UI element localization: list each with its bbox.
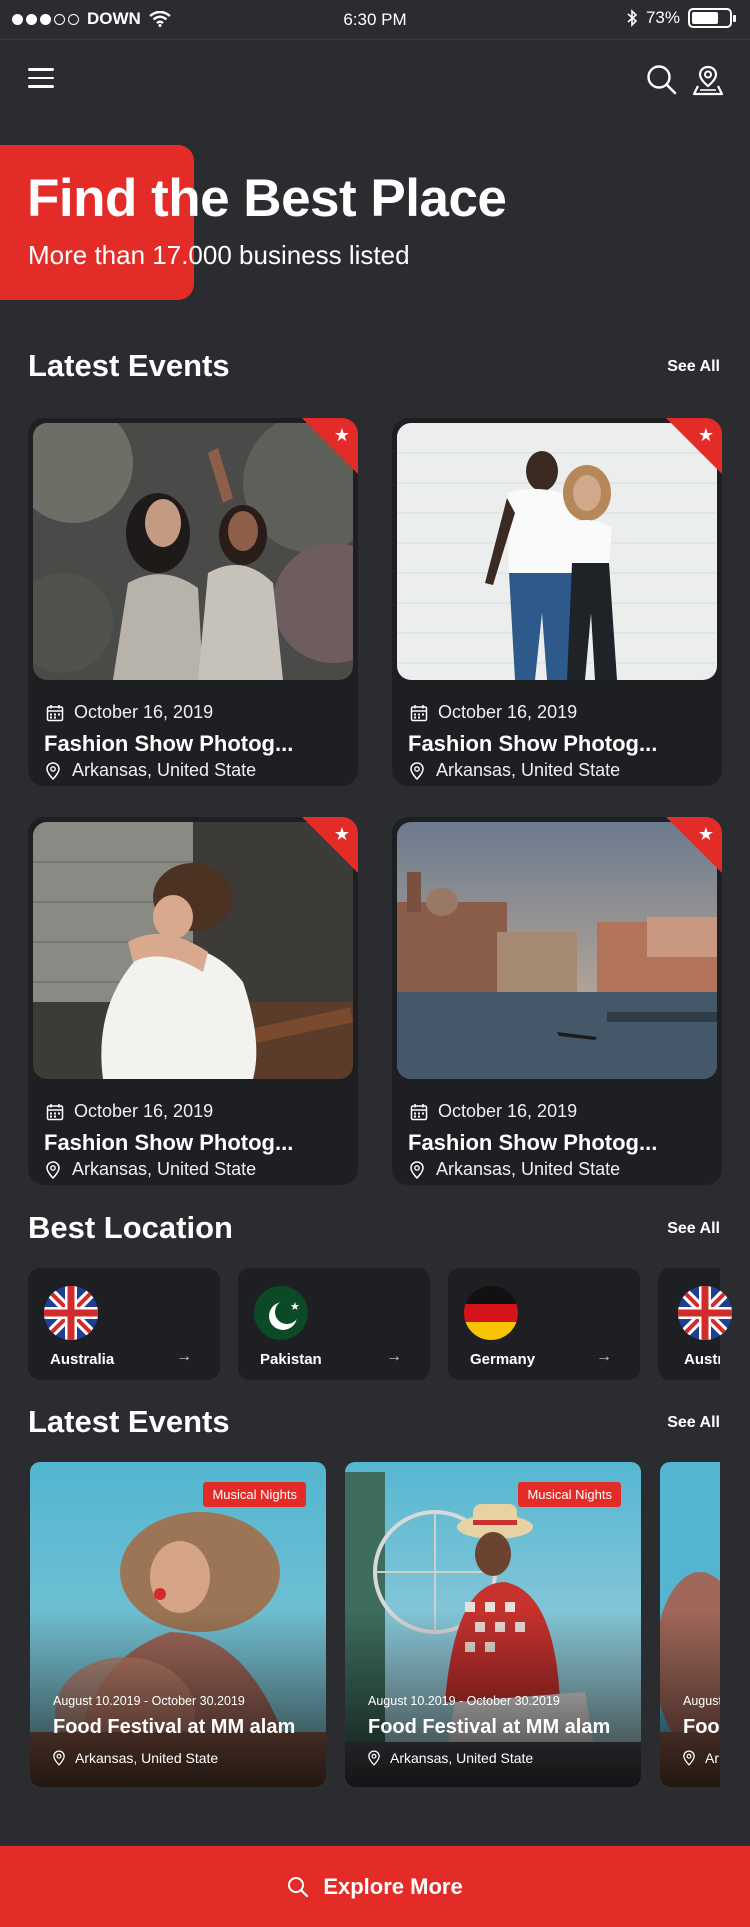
festival-dates: August 10.2019 - October 30.2019 <box>53 1694 245 1708</box>
hero-subtitle: More than 17.000 business listed <box>28 240 410 270</box>
status-right: 73% <box>626 8 736 28</box>
festival-card[interactable]: Musical Nights August 10.2019 - October … <box>30 1462 326 1787</box>
event-location: Arkansas, United State <box>410 760 620 781</box>
uk-flag-icon <box>44 1286 98 1340</box>
event-card[interactable]: ★ October 16, 2019 Fashion Show Photog..… <box>392 418 722 786</box>
festival-title: Food Festival at MM alam <box>368 1716 611 1738</box>
event-date: October 16, 2019 <box>410 1101 577 1122</box>
location-name: Germany <box>470 1351 536 1368</box>
svg-text:★: ★ <box>290 1300 300 1313</box>
star-icon: ★ <box>333 824 350 844</box>
explore-more-button[interactable]: Explore More <box>0 1846 750 1927</box>
event-location-text: Arkansas, United State <box>436 1159 621 1179</box>
location-pin-icon <box>53 1750 65 1766</box>
event-date-text: October 16, 2019 <box>438 1101 578 1121</box>
map-pin-icon[interactable] <box>692 64 724 96</box>
event-date: October 16, 2019 <box>46 1101 213 1122</box>
category-badge: Musical Nights <box>203 1482 306 1507</box>
latest-events-see-all[interactable]: See All <box>667 358 720 376</box>
latest-events-heading: Latest Events <box>28 348 230 383</box>
event-date: October 16, 2019 <box>46 702 213 723</box>
status-bar: DOWN 6:30 PM 73% <box>0 0 750 40</box>
arrow-right-icon: → <box>596 1348 612 1365</box>
explore-more-label: Explore More <box>323 1873 463 1899</box>
event-location-text: Arkansas, United State <box>72 760 257 780</box>
arrow-right-icon: → <box>386 1348 402 1365</box>
hero-title: Find the Best Place <box>27 169 507 228</box>
event-title: Fashion Show Photog... <box>408 731 658 756</box>
menu-icon[interactable] <box>28 68 56 92</box>
event-card[interactable]: ★ October 16, 2019 Fashion Show Photog..… <box>392 817 722 1185</box>
festival-location-text: Arkansas, United State <box>390 1750 534 1766</box>
calendar-icon <box>46 704 64 721</box>
calendar-icon <box>410 704 428 721</box>
search-icon[interactable] <box>646 64 678 96</box>
location-pin-icon <box>46 1160 60 1179</box>
category-badge: Musical Nights <box>518 1482 621 1507</box>
location-name: Australia <box>50 1351 115 1368</box>
festival-location: Arkansas, United State <box>368 1750 533 1766</box>
germany-flag-icon <box>464 1286 518 1340</box>
location-card-pakistan[interactable]: ★ Pakistan → <box>238 1268 430 1380</box>
latest-events-2-heading: Latest Events <box>28 1404 230 1439</box>
event-location: Arkansas, United State <box>410 1159 620 1180</box>
event-location: Arkansas, United State <box>46 1159 256 1180</box>
location-pin-icon <box>410 1160 424 1179</box>
festival-location: Ar <box>683 1750 719 1766</box>
location-card-partial[interactable]: Austr <box>658 1268 732 1380</box>
location-card-germany[interactable]: Germany → <box>448 1268 640 1380</box>
event-date-text: October 16, 2019 <box>438 702 578 722</box>
event-date-text: October 16, 2019 <box>74 702 214 722</box>
festival-dates: August 10.2019 - October 30.2019 <box>368 1694 560 1708</box>
event-location: Arkansas, United State <box>46 760 256 781</box>
best-location-see-all[interactable]: See All <box>667 1220 720 1238</box>
festival-card[interactable]: Musical Nights August 10.2019 - October … <box>345 1462 641 1787</box>
calendar-icon <box>410 1103 428 1120</box>
event-card[interactable]: ★ October 16, 2019 Fashion Show Photog..… <box>28 418 358 786</box>
location-name: Austr <box>684 1351 720 1368</box>
pakistan-flag-icon: ★ <box>254 1286 308 1340</box>
latest-events-2-see-all[interactable]: See All <box>667 1414 720 1432</box>
event-location-text: Arkansas, United State <box>72 1159 257 1179</box>
event-location-text: Arkansas, United State <box>436 760 621 780</box>
festival-location-text: Arkansas, United State <box>75 1750 219 1766</box>
festival-title: Food Festival at MM alam <box>53 1716 296 1738</box>
star-icon: ★ <box>697 425 714 445</box>
festival-title: Food <box>683 1716 720 1738</box>
location-card-australia[interactable]: Australia → <box>28 1268 220 1380</box>
star-icon: ★ <box>333 425 350 445</box>
uk-flag-icon <box>678 1286 732 1340</box>
calendar-icon <box>46 1103 64 1120</box>
location-name: Pakistan <box>260 1351 322 1368</box>
event-title: Fashion Show Photog... <box>408 1130 658 1155</box>
bluetooth-icon <box>627 9 638 27</box>
event-title: Fashion Show Photog... <box>44 1130 294 1155</box>
location-pin-icon <box>46 761 60 780</box>
location-pin-icon <box>368 1750 380 1766</box>
festival-location: Arkansas, United State <box>53 1750 218 1766</box>
arrow-right-icon: → <box>176 1348 192 1365</box>
festival-location-text: Ar <box>705 1750 719 1766</box>
battery-percent: 73% <box>645 8 680 27</box>
event-date: October 16, 2019 <box>410 702 577 723</box>
battery-icon <box>688 8 736 28</box>
event-date-text: October 16, 2019 <box>74 1101 214 1121</box>
best-location-heading: Best Location <box>28 1210 233 1245</box>
event-title: Fashion Show Photog... <box>44 731 294 756</box>
event-card[interactable]: ★ October 16, 2019 Fashion Show Photog..… <box>28 817 358 1185</box>
festival-dates: August <box>683 1694 720 1708</box>
festival-card-partial[interactable]: August Food Ar <box>660 1462 720 1787</box>
star-icon: ★ <box>697 824 714 844</box>
location-pin-icon <box>410 761 424 780</box>
search-icon <box>288 1876 309 1897</box>
location-pin-icon <box>683 1750 695 1766</box>
